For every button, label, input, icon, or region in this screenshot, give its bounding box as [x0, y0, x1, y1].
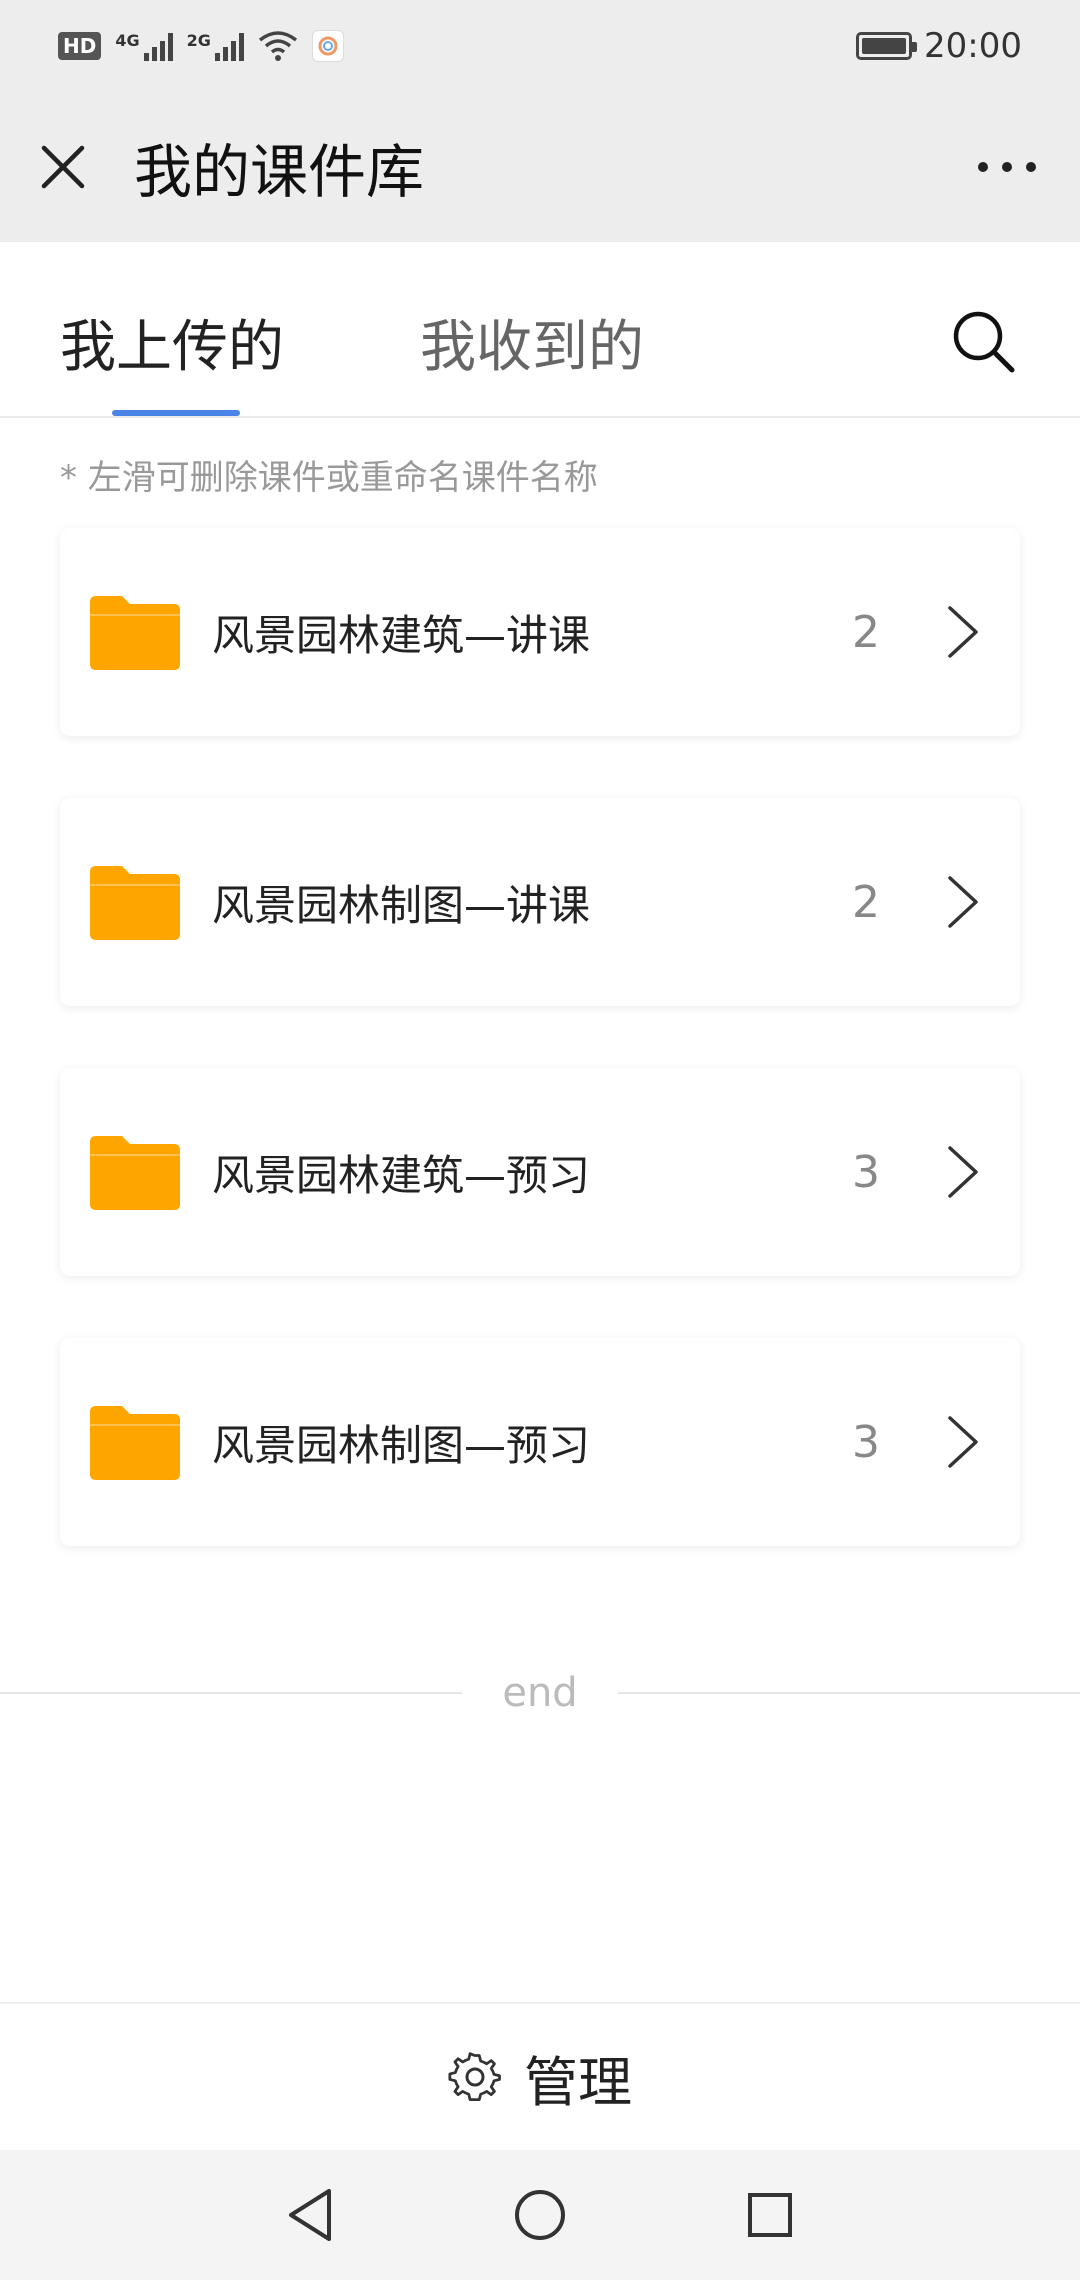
tab-uploaded[interactable]: 我上传的: [60, 302, 284, 383]
recents-icon: [748, 2193, 792, 2237]
folder-item[interactable]: 风景园林制图—预习 3: [60, 1338, 1020, 1546]
folder-icon: [90, 1406, 180, 1480]
battery-icon: [856, 32, 918, 60]
folder-count: 3: [852, 1416, 880, 1468]
chevron-right-icon: [948, 606, 978, 658]
nav-recents-button[interactable]: [740, 2185, 800, 2245]
divider-line: [0, 1692, 463, 1694]
close-icon: [41, 145, 85, 189]
chevron-right-icon: [948, 876, 978, 928]
net-label-4g: 4G: [115, 31, 140, 50]
end-label: end: [502, 1670, 578, 1716]
folder-item[interactable]: 风景园林建筑—讲课 2: [60, 528, 1020, 736]
tab-bar: 我上传的 我收到的: [0, 242, 1080, 418]
signal-bars-icon: [143, 31, 173, 61]
status-left: HD 4G 2G: [58, 30, 344, 62]
chevron-right-icon: [948, 1146, 978, 1198]
folder-icon: [90, 1136, 180, 1210]
signal-bars-icon: [214, 31, 244, 61]
gear-icon: [448, 2052, 501, 2102]
folder-count: 2: [852, 606, 880, 658]
title-bar: 我的课件库: [0, 92, 1080, 242]
manage-label: 管理: [524, 2050, 632, 2114]
folder-name: 风景园林建筑—预习: [212, 1150, 591, 1200]
signal-4g: 4G: [115, 31, 173, 61]
hd-badge: HD: [58, 32, 102, 60]
status-bar: HD 4G 2G 20:00: [0, 0, 1080, 92]
nav-back-button[interactable]: [280, 2185, 340, 2245]
app-root: HD 4G 2G 20:00 我的课件库 我上传的 我收到的 * 左滑可删除课件…: [0, 0, 1080, 2280]
divider-line: [617, 1692, 1080, 1694]
folder-count: 2: [852, 876, 880, 928]
folder-name: 风景园林制图—预习: [212, 1420, 591, 1470]
folder-list: 风景园林建筑—讲课 2 风景园林制图—讲课 2 风景园林建筑—预习 3 风景园林…: [60, 528, 1020, 1608]
folder-item[interactable]: 风景园林制图—讲课 2: [60, 798, 1020, 1006]
app-notification-icon: [311, 30, 344, 62]
wifi-icon: [258, 31, 297, 61]
folder-icon: [90, 866, 180, 940]
folder-icon: [90, 596, 180, 670]
manage-button[interactable]: 管理: [0, 2002, 1080, 2150]
search-button[interactable]: [950, 308, 1016, 374]
home-icon: [515, 2190, 565, 2240]
folder-item[interactable]: 风景园林建筑—预习 3: [60, 1068, 1020, 1276]
tab-active-indicator: [112, 410, 240, 416]
chevron-right-icon: [948, 1416, 978, 1468]
status-right: 20:00: [856, 26, 1022, 66]
folder-count: 3: [852, 1146, 880, 1198]
folder-name: 风景园林制图—讲课: [212, 880, 591, 930]
swipe-hint: * 左滑可删除课件或重命名课件名称: [60, 458, 598, 498]
system-nav-bar: [0, 2150, 1080, 2280]
nav-home-button[interactable]: [510, 2185, 570, 2245]
more-icon-dot: [1002, 162, 1012, 172]
search-icon: [953, 311, 1015, 373]
more-icon: [978, 162, 988, 172]
clock: 20:00: [924, 26, 1022, 66]
net-label-2g: 2G: [186, 31, 211, 50]
page-title: 我的课件库: [134, 138, 425, 206]
back-icon: [289, 2189, 331, 2241]
folder-name: 风景园林建筑—讲课: [212, 610, 591, 660]
signal-2g: 2G: [187, 31, 244, 61]
close-button[interactable]: [38, 142, 88, 192]
list-end-divider: end: [0, 1668, 1080, 1718]
more-button[interactable]: [972, 142, 1042, 192]
tab-received[interactable]: 我收到的: [420, 302, 644, 383]
more-icon-dot: [1026, 162, 1036, 172]
